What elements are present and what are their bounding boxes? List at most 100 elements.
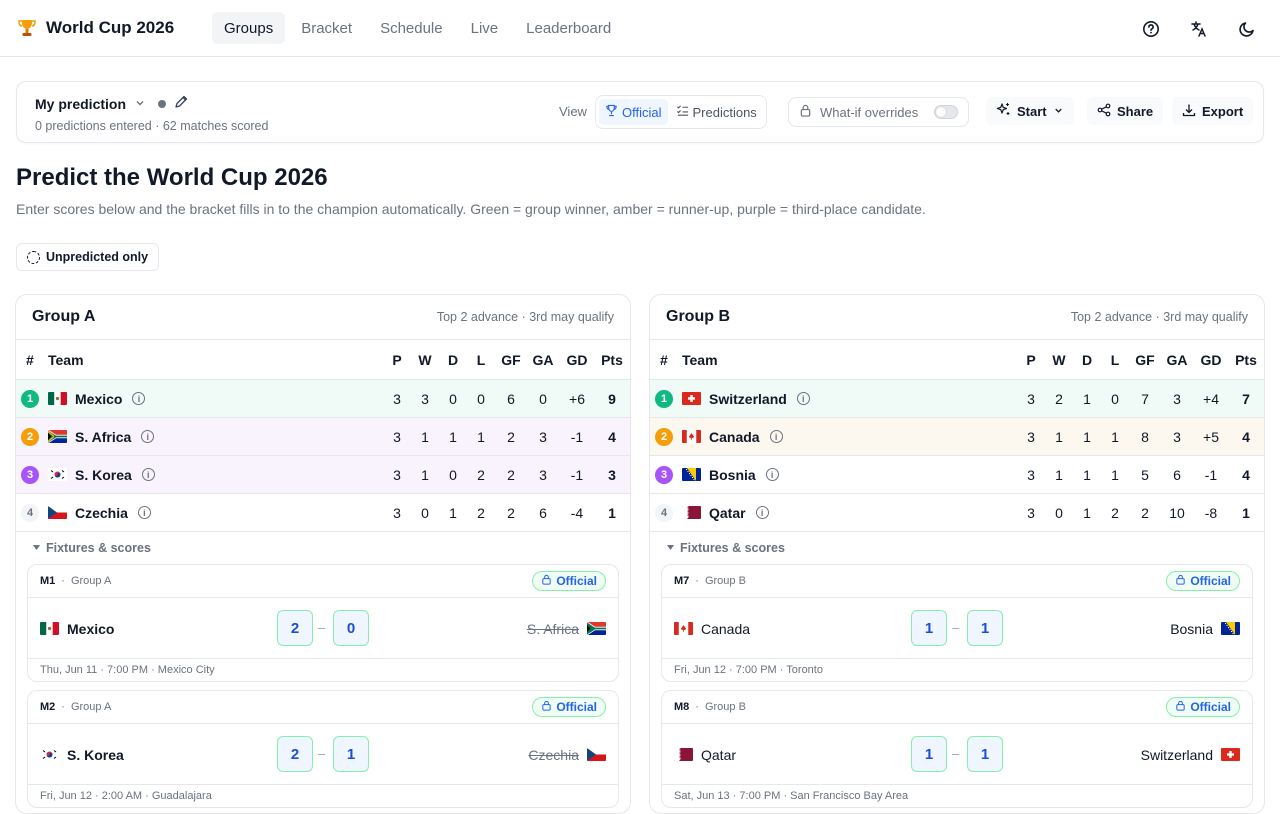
tab-leaderboard[interactable]: Leaderboard bbox=[514, 12, 623, 44]
team-cell: Bosnia i bbox=[682, 467, 779, 483]
home-score-input[interactable]: 1 bbox=[911, 610, 947, 646]
away-score-input[interactable]: 1 bbox=[967, 610, 1003, 646]
stat-gd: +4 bbox=[1203, 390, 1219, 407]
download-icon bbox=[1182, 103, 1196, 120]
info-icon[interactable]: i bbox=[132, 392, 146, 405]
col-num: # bbox=[660, 351, 668, 368]
official-badge: Official bbox=[532, 697, 606, 717]
tab-live[interactable]: Live bbox=[459, 12, 511, 44]
team-cell: S. Africa i bbox=[48, 428, 155, 445]
team-cell: Mexico i bbox=[48, 391, 146, 407]
view-predictions-label: Predictions bbox=[692, 104, 757, 120]
stat-gd: -8 bbox=[1204, 504, 1218, 521]
table-row[interactable]: 3 S. Korea i 3 1 0 2 2 3 -1 3 bbox=[16, 456, 630, 494]
sparkles-icon bbox=[996, 102, 1011, 120]
team-name: S. Africa bbox=[75, 428, 132, 445]
stat-p: 3 bbox=[393, 466, 401, 483]
stat-ga: 3 bbox=[1173, 428, 1181, 445]
table-row[interactable]: 1 Switzerland i 3 2 1 0 7 3 +4 7 bbox=[650, 380, 1264, 418]
rank-badge: 3 bbox=[21, 465, 39, 484]
match-card: M8 · Group B Official Qatar 1 – 1 Switze… bbox=[661, 690, 1253, 808]
stat-gf: 5 bbox=[1141, 466, 1149, 483]
start-button[interactable]: Start bbox=[986, 97, 1074, 125]
home-team-name: Mexico bbox=[67, 620, 115, 637]
away-team: Bosnia bbox=[1170, 598, 1240, 659]
prediction-selector[interactable]: My prediction bbox=[35, 95, 188, 112]
lock-icon bbox=[799, 104, 812, 120]
away-score-input[interactable]: 1 bbox=[967, 736, 1003, 772]
fixtures-toggle[interactable]: Fixtures & scores bbox=[16, 532, 630, 564]
info-icon[interactable]: i bbox=[141, 468, 155, 481]
info-icon[interactable]: i bbox=[769, 430, 783, 443]
home-score-input[interactable]: 1 bbox=[911, 736, 947, 772]
match-body: Qatar 1 – 1 Switzerland bbox=[662, 724, 1252, 785]
separator: · bbox=[61, 575, 65, 587]
canada-flag-icon bbox=[682, 430, 701, 443]
help-icon[interactable] bbox=[1136, 14, 1166, 44]
match-info: Fri, Jun 12 · 7:00 PM · Toronto bbox=[674, 664, 823, 676]
dashed-circle-icon bbox=[27, 250, 40, 264]
dark-mode-icon[interactable] bbox=[1232, 14, 1262, 44]
lock-icon bbox=[1175, 700, 1186, 714]
home-score-input[interactable]: 2 bbox=[277, 736, 313, 772]
away-score-input[interactable]: 0 bbox=[333, 610, 369, 646]
tab-schedule[interactable]: Schedule bbox=[368, 12, 455, 44]
col-pts: Pts bbox=[601, 351, 623, 368]
table-row[interactable]: 2 Canada i 3 1 1 1 8 3 +5 4 bbox=[650, 418, 1264, 456]
info-icon[interactable]: i bbox=[765, 468, 779, 481]
info-icon[interactable]: i bbox=[755, 506, 769, 519]
translate-icon[interactable] bbox=[1184, 14, 1214, 44]
stat-gd: -4 bbox=[570, 504, 584, 521]
export-button[interactable]: Export bbox=[1172, 97, 1254, 125]
czechia-flag-icon bbox=[587, 748, 606, 761]
standings-header: # Team P W D L GF GA GD Pts bbox=[650, 340, 1264, 380]
fixtures-toggle[interactable]: Fixtures & scores bbox=[650, 532, 1264, 564]
match-group: Group B bbox=[704, 575, 746, 587]
match-header: M7 · Group B Official bbox=[662, 565, 1252, 598]
what-if-toggle[interactable] bbox=[934, 105, 958, 119]
away-score-input[interactable]: 1 bbox=[333, 736, 369, 772]
col-p: P bbox=[392, 351, 402, 368]
stat-pts: 1 bbox=[608, 504, 616, 521]
table-row[interactable]: 4 Qatar i 3 0 1 2 2 10 -8 1 bbox=[650, 494, 1264, 532]
home-team-name: Canada bbox=[701, 620, 751, 637]
table-row[interactable]: 2 S. Africa i 3 1 1 1 2 3 -1 4 bbox=[16, 418, 630, 456]
stat-p: 3 bbox=[393, 504, 401, 521]
match-id: M2 bbox=[40, 701, 56, 713]
col-gf: GF bbox=[501, 351, 521, 368]
match-body: Mexico 2 – 0 S. Africa bbox=[28, 598, 618, 659]
table-row[interactable]: 1 Mexico i 3 3 0 0 6 0 +6 9 bbox=[16, 380, 630, 418]
unpredicted-only-filter[interactable]: Unpredicted only bbox=[16, 243, 160, 271]
fixtures-label: Fixtures & scores bbox=[680, 541, 785, 555]
export-label: Export bbox=[1202, 103, 1244, 119]
brand[interactable]: World Cup 2026 bbox=[16, 17, 212, 39]
table-row[interactable]: 4 Czechia i 3 0 1 2 2 6 -4 1 bbox=[16, 494, 630, 532]
tab-bracket[interactable]: Bracket bbox=[289, 12, 364, 44]
tab-groups[interactable]: Groups bbox=[212, 12, 286, 44]
stat-pts: 4 bbox=[1242, 428, 1250, 445]
home-score-input[interactable]: 2 bbox=[277, 610, 313, 646]
info-icon[interactable]: i bbox=[796, 392, 810, 405]
view-predictions-button[interactable]: Predictions bbox=[670, 99, 763, 125]
edit-icon[interactable] bbox=[174, 95, 188, 112]
official-badge: Official bbox=[1166, 697, 1240, 717]
triangle-down-icon bbox=[32, 541, 41, 555]
info-icon[interactable]: i bbox=[137, 506, 151, 519]
rank-badge: 4 bbox=[655, 503, 673, 522]
what-if-overrides[interactable]: What-if overrides bbox=[788, 97, 969, 127]
bosnia-flag-icon bbox=[1221, 622, 1240, 635]
view-official-button[interactable]: Official bbox=[599, 99, 668, 125]
away-team-name: Czechia bbox=[528, 746, 579, 763]
canada-flag-icon bbox=[674, 622, 693, 635]
mexico-flag-icon bbox=[48, 392, 67, 405]
match-header: M8 · Group B Official bbox=[662, 691, 1252, 724]
czechia-flag-icon bbox=[48, 506, 67, 519]
trophy-icon bbox=[16, 17, 38, 39]
stat-ga: 3 bbox=[539, 466, 547, 483]
table-row[interactable]: 3 Bosnia i 3 1 1 1 5 6 -1 4 bbox=[650, 456, 1264, 494]
col-team: Team bbox=[48, 351, 84, 368]
info-icon[interactable]: i bbox=[141, 430, 155, 443]
app-title: World Cup 2026 bbox=[46, 18, 175, 37]
share-button[interactable]: Share bbox=[1087, 97, 1164, 125]
stat-gf: 7 bbox=[1141, 390, 1149, 407]
